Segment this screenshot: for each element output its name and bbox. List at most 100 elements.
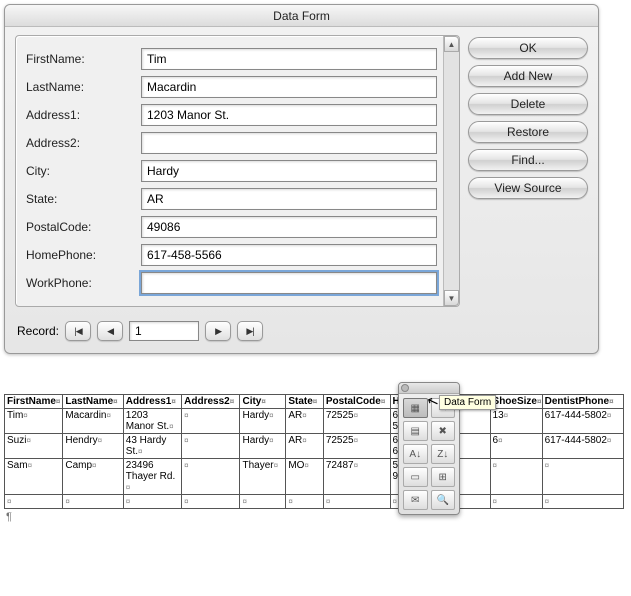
table-cell[interactable]: AR: [286, 434, 324, 459]
mailmerge-icon[interactable]: ✉: [403, 490, 428, 510]
table-row[interactable]: [5, 495, 624, 509]
table-cell[interactable]: [323, 495, 390, 509]
dialog-title: Data Form: [273, 9, 330, 23]
record-label: Record:: [17, 324, 59, 338]
table-row[interactable]: SamCamp23496 Thayer Rd.ThayerMO72487512-…: [5, 459, 624, 495]
data-table[interactable]: FirstNameLastNameAddress1Address2CitySta…: [4, 394, 624, 509]
delete-record-icon[interactable]: ✖: [431, 421, 456, 441]
table-cell[interactable]: [542, 459, 623, 495]
table-cell[interactable]: [182, 459, 240, 495]
table-cell[interactable]: 617-444-5802: [542, 409, 623, 434]
table-cell[interactable]: Hendry: [63, 434, 123, 459]
table-cell[interactable]: Macardin: [63, 409, 123, 434]
insert-field-icon[interactable]: ▭: [403, 467, 428, 487]
input-address1[interactable]: [141, 104, 437, 126]
sort-desc-icon[interactable]: Z↓: [431, 444, 456, 464]
table-cell[interactable]: Sam: [5, 459, 63, 495]
table-row[interactable]: TimMacardin1203 Manor St. HardyAR72525 617…: [5, 409, 624, 434]
table-cell[interactable]: [182, 434, 240, 459]
input-state[interactable]: [141, 188, 437, 210]
table-cell[interactable]: Camp: [63, 459, 123, 495]
add-record-icon[interactable]: ▤: [403, 421, 428, 441]
restore-button[interactable]: Restore: [468, 121, 588, 143]
input-postalcode[interactable]: [141, 216, 437, 238]
insert-row-icon[interactable]: ⊞: [431, 467, 456, 487]
palette-titlebar[interactable]: [399, 383, 459, 394]
table-cell[interactable]: 23496 Thayer Rd.: [123, 459, 181, 495]
record-navigator: Record: |◀ ◀ ▶ ▶|: [5, 315, 598, 353]
table-header-cell[interactable]: DentistPhone: [542, 395, 623, 409]
table-cell[interactable]: [240, 495, 286, 509]
table-header-cell[interactable]: City: [240, 395, 286, 409]
table-cell[interactable]: 72487: [323, 459, 390, 495]
label-firstname: FirstName:: [26, 52, 141, 66]
sort-asc-icon[interactable]: A↓: [403, 444, 428, 464]
table-cell[interactable]: [490, 495, 542, 509]
table-cell[interactable]: Tim: [5, 409, 63, 434]
table-cell[interactable]: [182, 495, 240, 509]
input-firstname[interactable]: [141, 48, 437, 70]
table-cell[interactable]: 617-444-5802: [542, 434, 623, 459]
ok-button[interactable]: OK: [468, 37, 588, 59]
label-lastname: LastName:: [26, 80, 141, 94]
table-header-cell[interactable]: Address2: [182, 395, 240, 409]
table-header-cell[interactable]: FirstName: [5, 395, 63, 409]
table-row[interactable]: SuziHendry43 Hardy St.HardyAR72525617-55…: [5, 434, 624, 459]
first-record-button[interactable]: |◀: [65, 321, 91, 341]
form-scrollbar[interactable]: ▲ ▼: [443, 36, 459, 306]
input-address2[interactable]: [141, 132, 437, 154]
table-cell[interactable]: [63, 495, 123, 509]
table-header-row: FirstNameLastNameAddress1Address2CitySta…: [5, 395, 624, 409]
input-workphone[interactable]: [141, 272, 437, 294]
view-source-button[interactable]: View Source: [468, 177, 588, 199]
form-icon[interactable]: ▦: [403, 398, 428, 418]
table-cell[interactable]: [542, 495, 623, 509]
table-header-cell[interactable]: State: [286, 395, 324, 409]
label-address2: Address2:: [26, 136, 141, 150]
dialog-button-column: OK Add New Delete Restore Find... View S…: [468, 35, 588, 307]
table-cell[interactable]: MO: [286, 459, 324, 495]
table-cell[interactable]: [286, 495, 324, 509]
scroll-up-arrow-icon[interactable]: ▲: [444, 36, 459, 52]
table-cell[interactable]: [5, 495, 63, 509]
scroll-down-arrow-icon[interactable]: ▼: [444, 290, 459, 306]
table-cell[interactable]: Thayer: [240, 459, 286, 495]
prev-record-button[interactable]: ◀: [97, 321, 123, 341]
scroll-track[interactable]: [444, 52, 459, 290]
find-button[interactable]: Find...: [468, 149, 588, 171]
table-cell[interactable]: 13: [490, 409, 542, 434]
delete-button[interactable]: Delete: [468, 93, 588, 115]
record-number-input[interactable]: [129, 321, 199, 341]
table-cell[interactable]: 72525: [323, 434, 390, 459]
table-cell[interactable]: [123, 495, 181, 509]
label-address1: Address1:: [26, 108, 141, 122]
input-homephone[interactable]: [141, 244, 437, 266]
table-header-cell[interactable]: PostalCode: [323, 395, 390, 409]
data-form-dialog: Data Form FirstName: LastName: Address1:…: [4, 4, 599, 354]
input-city[interactable]: [141, 160, 437, 182]
table-cell[interactable]: AR: [286, 409, 324, 434]
table-cell[interactable]: Hardy: [240, 434, 286, 459]
table-cell[interactable]: 6: [490, 434, 542, 459]
dialog-titlebar[interactable]: Data Form: [5, 5, 598, 27]
next-record-button[interactable]: ▶: [205, 321, 231, 341]
label-homephone: HomePhone:: [26, 248, 141, 262]
table-cell[interactable]: 43 Hardy St.: [123, 434, 181, 459]
prev-record-icon: ◀: [107, 326, 113, 337]
find-record-icon[interactable]: 🔍: [431, 490, 456, 510]
table-header-cell[interactable]: Address1: [123, 395, 181, 409]
input-lastname[interactable]: [141, 76, 437, 98]
add-new-button[interactable]: Add New: [468, 65, 588, 87]
table-header-cell[interactable]: LastName: [63, 395, 123, 409]
table-cell[interactable]: 1203 Manor St.: [123, 409, 181, 434]
table-cell[interactable]: Suzi: [5, 434, 63, 459]
table-cell[interactable]: 72525: [323, 409, 390, 434]
database-toolbar-palette[interactable]: ↖ Data Form ▦✎▤✖A↓Z↓▭⊞✉🔍: [398, 382, 460, 515]
table-cell[interactable]: [182, 409, 240, 434]
palette-close-button[interactable]: [401, 384, 409, 392]
next-record-icon: ▶: [215, 326, 221, 337]
table-cell[interactable]: Hardy: [240, 409, 286, 434]
last-record-button[interactable]: ▶|: [237, 321, 263, 341]
table-header-cell[interactable]: ShoeSize: [490, 395, 542, 409]
table-cell[interactable]: [490, 459, 542, 495]
